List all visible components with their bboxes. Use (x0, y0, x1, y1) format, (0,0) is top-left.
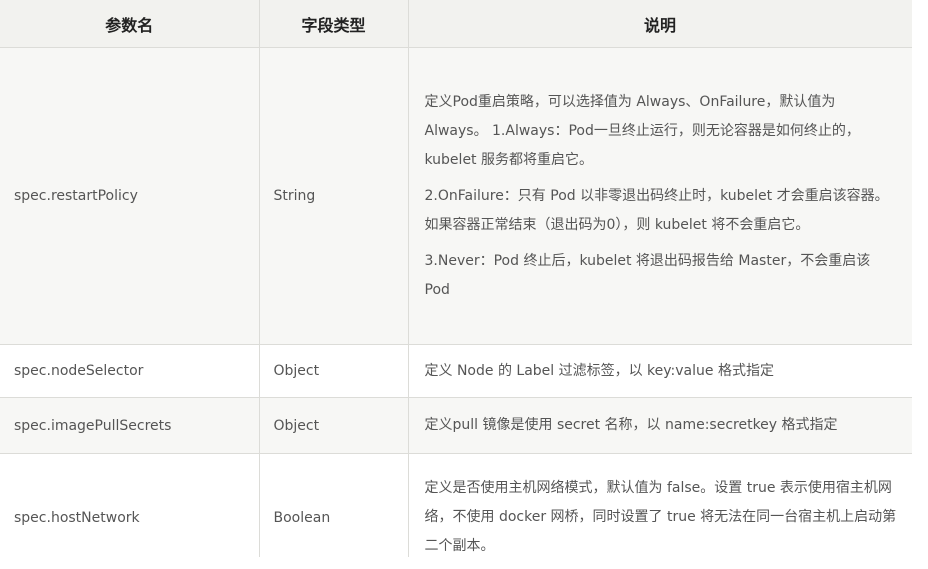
param-name-cell: spec.hostNetwork (0, 453, 260, 557)
description-cell: 定义pull 镜像是使用 secret 名称，以 name:secretkey … (407, 397, 912, 454)
param-name-cell: spec.imagePullSecrets (0, 397, 260, 454)
header-field-type: 字段类型 (258, 0, 409, 48)
header-description: 说明 (407, 0, 912, 48)
description-cell: 定义 Node 的 Label 过滤标签，以 key:value 格式指定 (407, 344, 912, 398)
description-paragraph: 3.Never：Pod 终止后，kubelet 将退出码报告给 Master，不… (424, 252, 871, 298)
header-param-name: 参数名 (0, 0, 260, 48)
table-header-row: 参数名 字段类型 说明 (0, 0, 912, 48)
field-type-cell: String (258, 47, 409, 345)
field-type-cell: Object (258, 344, 409, 398)
description-paragraph: 定义Pod重启策略，可以选择值为 Always、OnFailure，默认值为 A… (424, 93, 860, 168)
description-paragraph: 2.OnFailure：只有 Pod 以非零退出码终止时，kubelet 才会重… (424, 187, 889, 233)
table-row: spec.hostNetwork Boolean 定义是否使用主机网络模式，默认… (0, 453, 912, 557)
field-type-cell: Object (258, 397, 409, 454)
description-paragraph: 定义 Node 的 Label 过滤标签，以 key:value 格式指定 (424, 362, 774, 379)
param-name-cell: spec.restartPolicy (0, 47, 260, 345)
field-type-cell: Boolean (258, 453, 409, 557)
table-row: spec.restartPolicy String 定义Pod重启策略，可以选择… (0, 47, 912, 345)
spec-fields-table-container: 参数名 字段类型 说明 spec.restartPolicy String 定义… (0, 0, 912, 557)
description-paragraph: 定义是否使用主机网络模式，默认值为 false。设置 true 表示使用宿主机网… (424, 480, 897, 554)
description-cell: 定义Pod重启策略，可以选择值为 Always、OnFailure，默认值为 A… (407, 47, 912, 345)
description-cell: 定义是否使用主机网络模式，默认值为 false。设置 true 表示使用宿主机网… (407, 453, 912, 557)
description-paragraph: 定义pull 镜像是使用 secret 名称，以 name:secretkey … (424, 417, 838, 433)
spec-fields-table: 参数名 字段类型 说明 spec.restartPolicy String 定义… (0, 0, 912, 557)
table-row: spec.imagePullSecrets Object 定义pull 镜像是使… (0, 397, 912, 454)
table-row: spec.nodeSelector Object 定义 Node 的 Label… (0, 344, 912, 398)
param-name-cell: spec.nodeSelector (0, 344, 260, 398)
